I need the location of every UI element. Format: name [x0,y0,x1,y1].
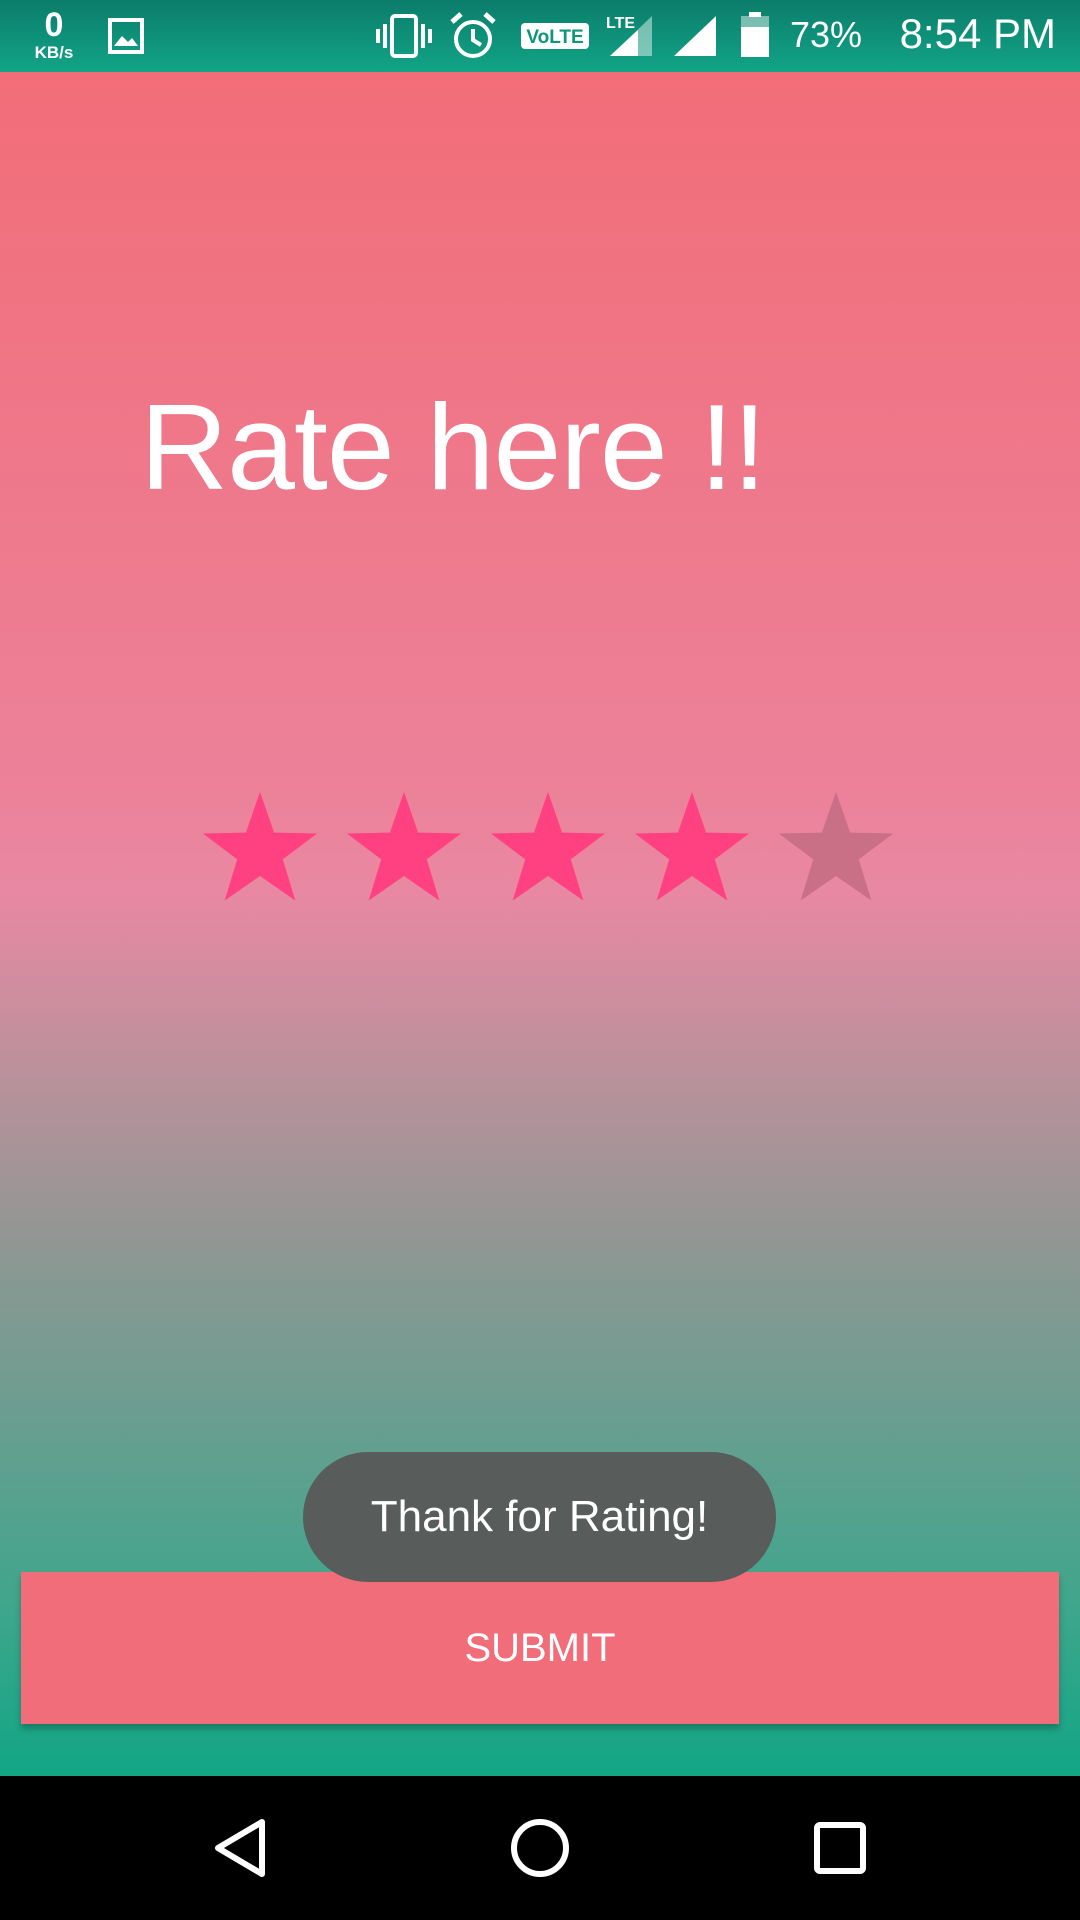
vibrate-icon [376,14,432,63]
star-filled-icon[interactable] [620,787,764,917]
home-icon[interactable] [490,1798,590,1898]
battery-icon [740,12,770,63]
status-bar: 0 KB/s VoLTE LTE 73% 8:54 PM [0,0,1080,72]
svg-text:LTE: LTE [606,15,635,32]
star-filled-icon[interactable] [188,787,332,917]
alarm-icon [450,12,496,65]
star-filled-icon[interactable] [332,787,476,917]
network-speed-unit: KB/s [34,43,74,62]
back-icon[interactable] [190,1798,290,1898]
image-icon [108,18,144,59]
submit-button[interactable]: SUBMIT [21,1572,1059,1724]
battery-percent: 73% [790,14,863,55]
svg-text:VoLTE: VoLTE [526,27,583,48]
network-speed-value: 0 [44,6,64,44]
lte-signal-icon: LTE [604,12,654,63]
signal-icon [672,16,718,63]
toast-message: Thank for Rating! [303,1452,776,1582]
volte-icon: VoLTE [520,22,590,55]
star-empty-icon[interactable] [764,787,908,917]
recents-icon[interactable] [790,1798,890,1898]
rating-bar[interactable] [188,787,908,917]
rating-screen: Rate here !! Thank for Rating! SUBMIT [0,72,1080,1776]
navigation-bar [0,1776,1080,1920]
screen: 0 KB/s VoLTE LTE 73% 8:54 PM Rate here !… [0,0,1080,1920]
page-title: Rate here !! [140,379,766,515]
star-filled-icon[interactable] [476,787,620,917]
clock: 8:54 PM [899,10,1056,57]
network-speed: 0 KB/s [24,8,84,61]
